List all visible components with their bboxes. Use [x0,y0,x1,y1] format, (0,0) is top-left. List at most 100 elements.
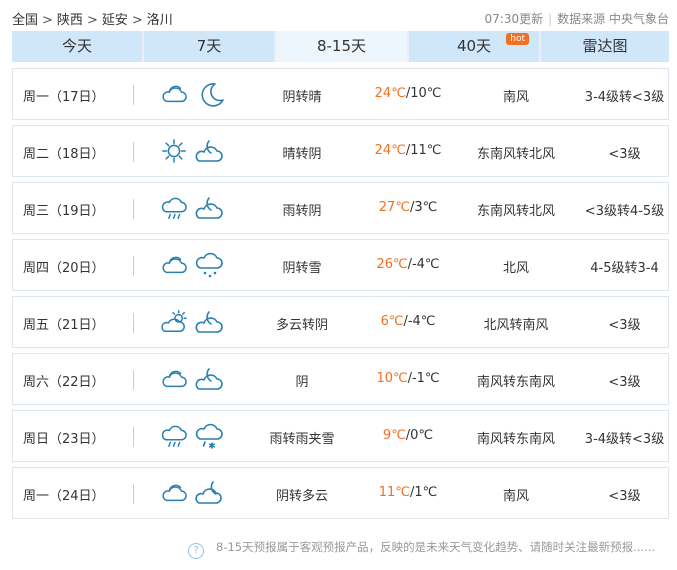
tab-label: 7天 [196,37,222,55]
temp-low: /-4℃ [407,257,440,272]
breadcrumb-separator: > [131,13,143,28]
temperature: 10℃/-1℃ [353,371,463,386]
footer-note: ? 8-15天预报属于客观预报产品，反映的是未来天气变化趋势、请随时关注最新预报.… [188,539,655,559]
temp-low: /3℃ [409,200,438,215]
partly-cloudy-night-icon [195,481,222,504]
cloudy-icon [162,484,187,502]
tab-today[interactable]: 今天 [12,31,142,62]
tab-label: 雷达图 [582,37,628,55]
day-label: 周二（18日） [23,147,105,162]
day-label: 周日（23日） [23,432,105,447]
forecast-row[interactable]: 周五（21日） 多云转阴 6℃/-4℃ 北风转南风 <3级 [12,296,669,348]
data-source: 数据来源 中央气象台 [557,12,669,26]
wind-level: <3级 [608,318,641,333]
wind-direction: 南风 [502,90,529,105]
breadcrumb-county: 洛川 [146,13,173,28]
row-divider [133,256,134,276]
wind-level: <3级 [608,375,641,390]
temp-low: /1℃ [409,485,438,500]
day-label: 周四（20日） [23,261,105,276]
cloudy-icon [162,256,187,274]
row-divider [133,85,134,105]
forecast-tabs: 今天 7天 8-15天 40天 hot 雷达图 [12,31,669,62]
forecast-row[interactable]: 周二（18日） 晴转阴 24℃/11℃ 东南风转北风 <3级 [12,125,669,177]
question-icon[interactable]: ? [188,543,204,559]
weather-condition: 雨转阴 [282,204,322,219]
meta-divider: | [548,12,553,26]
tab-7-days[interactable]: 7天 [144,31,274,62]
wind-direction: 北风转南风 [483,318,549,333]
breadcrumb: 全国 > 陕西 > 延安 > 洛川 [12,9,173,28]
temperature: 26℃/-4℃ [353,257,463,272]
sun-icon [162,139,186,163]
forecast-row[interactable]: 周一（24日） 阴转多云 11℃/1℃ 南风 <3级 [12,467,669,519]
day-label: 周三（19日） [23,204,105,219]
temp-low: /-4℃ [403,314,436,329]
cloudy-icon [162,370,187,388]
hot-badge: hot [506,33,529,45]
wind-level: 3-4级转<3级 [584,432,665,447]
temperature: 11℃/1℃ [353,485,463,500]
temp-high: 24℃ [374,143,406,158]
wind-level: <3级 [608,489,641,504]
temp-low: /10℃ [405,86,442,101]
update-time: 07:30更新 [484,12,544,26]
temp-high: 24℃ [374,86,406,101]
weather-condition: 晴转阴 [282,147,322,162]
temp-low: /0℃ [405,428,434,443]
breadcrumb-separator: > [42,13,53,28]
breadcrumb-city[interactable]: 延安 [102,13,128,28]
tab-label: 今天 [61,37,92,55]
weather-condition: 雨转雨夹雪 [269,432,335,447]
wind-level: <3级转4-5级 [584,204,665,219]
forecast-row[interactable]: 周一（17日） 阴转晴 24℃/10℃ 南风 3-4级转<3级 [12,68,669,120]
weather-condition: 阴转多云 [275,489,328,504]
wind-direction: 南风 [502,489,529,504]
row-divider [133,427,134,447]
row-divider [133,484,134,504]
rain-icon [161,197,187,219]
forecast-row[interactable]: 周四（20日） 阴转雪 26℃/-4℃ 北风 4-5级转3-4 [12,239,669,291]
temp-high: 10℃ [376,371,408,386]
breadcrumb-country[interactable]: 全国 [12,13,38,28]
wind-direction: 南风转东南风 [476,432,555,447]
day-label: 周五（21日） [23,318,105,333]
snow-icon [195,252,223,278]
sleet-icon [195,423,223,449]
tab-8-15-days[interactable]: 8-15天 [276,31,407,62]
breadcrumb-province[interactable]: 陕西 [57,13,83,28]
wind-direction: 北风 [502,261,529,276]
weather-condition: 阴转雪 [282,261,322,276]
wind-direction: 东南风转北风 [476,204,555,219]
moon-icon [201,83,224,107]
rain-icon [161,425,187,447]
day-label: 周一（17日） [23,90,105,105]
forecast-row[interactable]: 周六（22日） 阴 10℃/-1℃ 南风转东南风 <3级 [12,353,669,405]
forecast-row[interactable]: 周日（23日） 雨转雨夹雪 9℃/0℃ 南风转东南风 3-4级转<3级 [12,410,669,462]
wind-level: <3级 [608,147,641,162]
row-divider [133,199,134,219]
breadcrumb-separator: > [86,13,98,28]
cloudy-night-icon [195,368,223,390]
tab-radar[interactable]: 雷达图 [541,31,669,62]
temp-high: 27℃ [378,200,410,215]
temperature: 24℃/10℃ [353,86,463,101]
temp-high: 6℃ [380,314,404,329]
weather-condition: 多云转阴 [275,318,328,333]
tab-40-days[interactable]: 40天 hot [409,31,539,62]
update-meta: 07:30更新 | 数据来源 中央气象台 [485,10,669,27]
cloudy-icon [162,85,187,103]
temperature: 24℃/11℃ [353,143,463,158]
temp-high: 11℃ [378,485,410,500]
weather-condition: 阴转晴 [282,90,322,105]
footer-text: 8-15天预报属于客观预报产品，反映的是未来天气变化趋势、请随时关注最新预报..… [216,540,656,554]
temp-high: 9℃ [382,428,406,443]
partly-cloudy-icon [161,310,187,333]
temperature: 9℃/0℃ [353,428,463,443]
row-divider [133,313,134,333]
forecast-row[interactable]: 周三（19日） 雨转阴 27℃/3℃ 东南风转北风 <3级转4-5级 [12,182,669,234]
row-divider [133,142,134,162]
cloudy-night-icon [195,311,223,333]
temp-low: /11℃ [405,143,442,158]
wind-level: 4-5级转3-4 [590,261,659,276]
